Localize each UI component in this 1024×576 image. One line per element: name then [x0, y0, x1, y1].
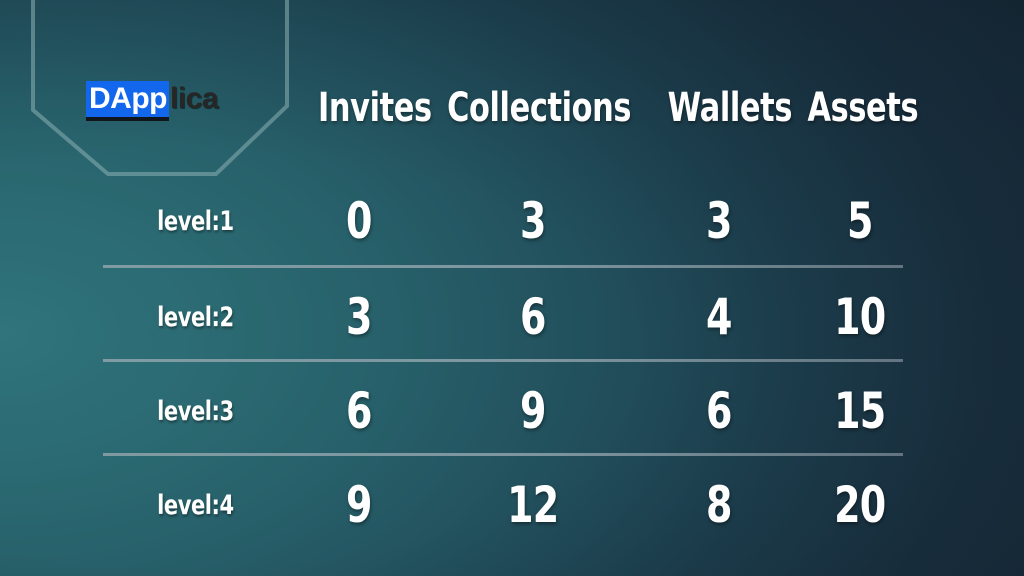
cell-level2-wallets: 4: [706, 288, 732, 346]
cell-level1-invites: 0: [346, 192, 372, 250]
cell-level1-assets: 5: [847, 192, 873, 250]
row-label-level-3: level:3: [157, 395, 234, 427]
cell-level1-collections: 3: [520, 192, 546, 250]
slide-background: DApp lica Invites Collections Wallets Ass…: [0, 0, 1024, 576]
table-row: level:4 9 12 8 20: [0, 469, 1024, 541]
table-row: level:2 3 6 4 10: [0, 281, 1024, 353]
cell-level1-wallets: 3: [706, 192, 732, 250]
row-divider: [103, 453, 903, 456]
column-header-invites: Invites: [317, 85, 432, 131]
cell-level4-assets: 20: [834, 476, 886, 534]
cell-level2-invites: 3: [346, 288, 372, 346]
cell-level2-collections: 6: [520, 288, 546, 346]
table-row: level:3 6 9 6 15: [0, 375, 1024, 447]
column-header-assets: Assets: [807, 85, 919, 131]
cell-level3-assets: 15: [834, 382, 886, 440]
row-label-level-4: level:4: [157, 489, 234, 521]
cell-level2-assets: 10: [834, 288, 886, 346]
table-row: level:1 0 3 3 5: [0, 185, 1024, 257]
cell-level4-collections: 12: [507, 476, 559, 534]
table-header-row: Invites Collections Wallets Assets: [0, 78, 1024, 138]
row-label-level-1: level:1: [157, 205, 234, 237]
cell-level3-invites: 6: [346, 382, 372, 440]
row-divider: [103, 359, 903, 362]
cell-level3-wallets: 6: [706, 382, 732, 440]
column-header-collections: Collections: [447, 85, 632, 131]
row-label-level-2: level:2: [157, 301, 234, 333]
cell-level4-wallets: 8: [706, 476, 732, 534]
row-divider: [103, 265, 903, 268]
column-header-wallets: Wallets: [667, 85, 793, 131]
levels-table: Invites Collections Wallets Assets level…: [0, 0, 1024, 576]
cell-level3-collections: 9: [520, 382, 546, 440]
cell-level4-invites: 9: [346, 476, 372, 534]
